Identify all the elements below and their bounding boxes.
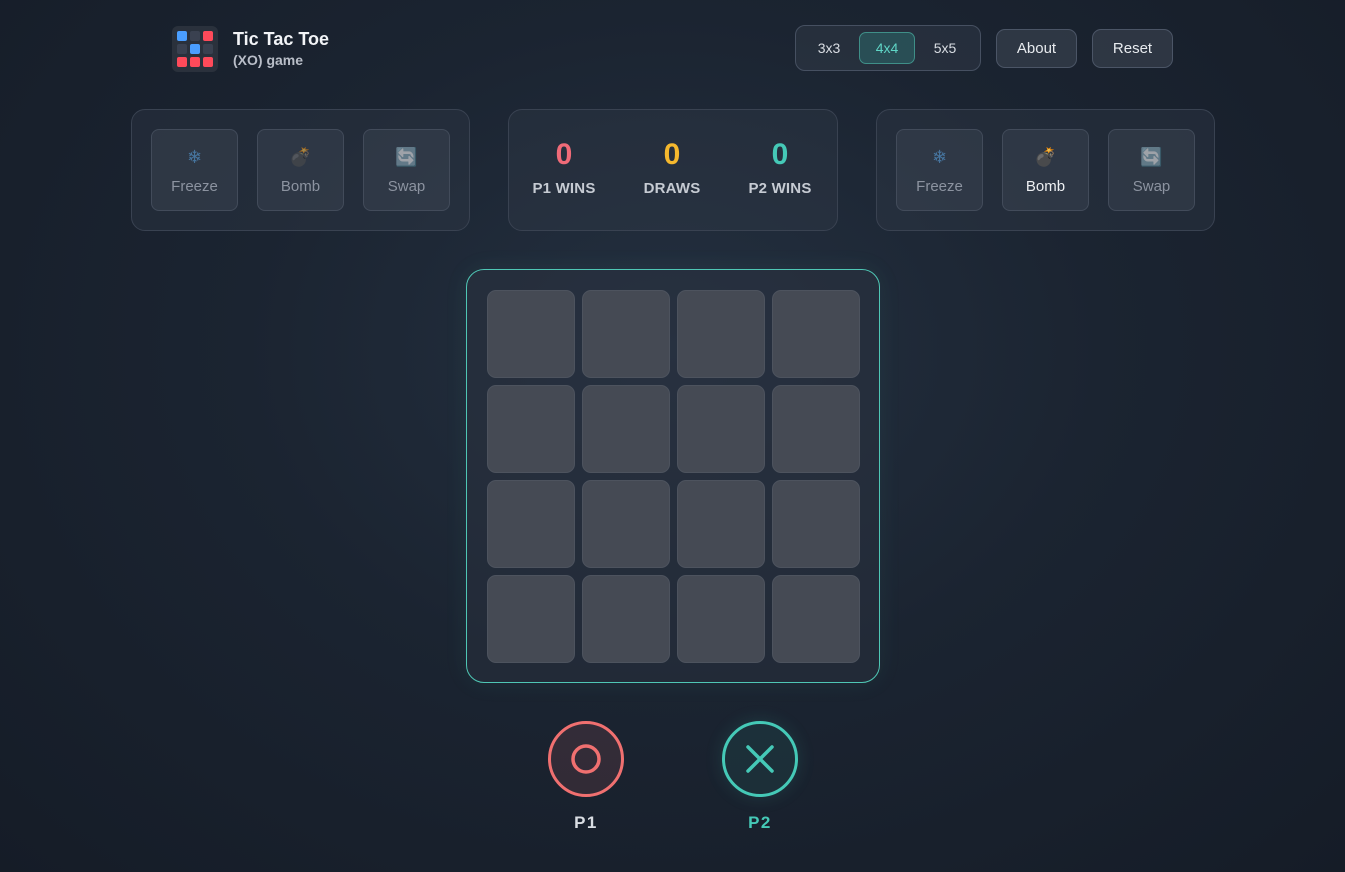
power-label: Swap [1132,177,1171,195]
board-cell[interactable] [487,575,575,663]
p2-wins-value: 0 [771,138,789,171]
p1-score: 0 P1 WINS [509,138,619,197]
bomb-icon: 💣 [1034,146,1057,167]
size-4x4-button[interactable]: 4x4 [859,32,915,64]
player-2-indicator[interactable]: P2 [722,721,798,833]
p2-score: 0 P2 WINS [725,138,835,197]
board-cell[interactable] [582,290,670,378]
reset-button[interactable]: Reset [1092,29,1173,68]
swap-icon: 🔄 [1140,146,1163,167]
power-label: Swap [387,177,426,195]
draws-label: DRAWS [643,180,701,197]
power-label: Freeze [916,177,963,195]
logo-tile [190,57,200,67]
player-2-label: P2 [748,813,772,832]
logo-tile [190,44,200,54]
board-cell[interactable] [487,290,575,378]
logo-tile [203,57,213,67]
logo-tile [177,44,187,54]
board-cell[interactable] [677,290,765,378]
p2-swap-button[interactable]: 🔄 Swap [1108,129,1195,211]
board-cell[interactable] [487,385,575,473]
board-cell[interactable] [772,480,860,568]
power-label: Bomb [280,177,321,195]
p1-wins-label: P1 WINS [532,180,596,197]
player-1-indicator[interactable]: P1 [548,721,624,833]
scoreboard: 0 P1 WINS 0 DRAWS 0 P2 WINS [508,109,838,231]
bomb-icon: 💣 [289,146,312,167]
snowflake-icon: ❄ [186,146,203,167]
p2-powers-panel: ❄ Freeze 💣 Bomb 🔄 Swap [876,109,1215,231]
p1-freeze-button[interactable]: ❄ Freeze [151,129,238,211]
about-button[interactable]: About [996,29,1077,68]
board-cell[interactable] [677,385,765,473]
board-cell[interactable] [582,480,670,568]
brand: Tic Tac Toe (XO) game [172,26,329,72]
size-5x5-button[interactable]: 5x5 [917,32,973,64]
board-cell[interactable] [582,385,670,473]
game-board [466,269,880,683]
logo-tile [177,31,187,41]
draws-score: 0 DRAWS [617,138,727,197]
p1-powers-panel: ❄ Freeze 💣 Bomb 🔄 Swap [131,109,470,231]
power-label: Freeze [171,177,218,195]
logo-icon [172,26,218,72]
board-cell[interactable] [487,480,575,568]
app-subtitle: (XO) game [233,52,304,68]
brand-text: Tic Tac Toe (XO) game [233,28,329,70]
board-cell[interactable] [772,385,860,473]
board-cell[interactable] [582,575,670,663]
player-1-label: P1 [574,813,598,832]
snowflake-icon: ❄ [931,146,948,167]
swap-icon: 🔄 [395,146,418,167]
p2-bomb-button[interactable]: 💣 Bomb [1002,129,1089,211]
board-size-selector: 3x3 4x4 5x5 [795,25,981,71]
board-cell[interactable] [772,290,860,378]
board-cell[interactable] [677,575,765,663]
logo-tile [177,57,187,67]
logo-tile [203,31,213,41]
logo-tile [190,31,200,41]
p1-swap-button[interactable]: 🔄 Swap [363,129,450,211]
o-token-icon [548,721,624,797]
p1-wins-value: 0 [555,138,573,171]
x-token-icon [722,721,798,797]
power-label: Bomb [1025,177,1066,195]
p2-freeze-button[interactable]: ❄ Freeze [896,129,983,211]
p1-bomb-button[interactable]: 💣 Bomb [257,129,344,211]
size-3x3-button[interactable]: 3x3 [801,32,857,64]
board-cell[interactable] [772,575,860,663]
draws-value: 0 [663,138,681,171]
board-cell[interactable] [677,480,765,568]
logo-tile [203,44,213,54]
app-title: Tic Tac Toe [233,29,330,49]
p2-wins-label: P2 WINS [748,180,812,197]
